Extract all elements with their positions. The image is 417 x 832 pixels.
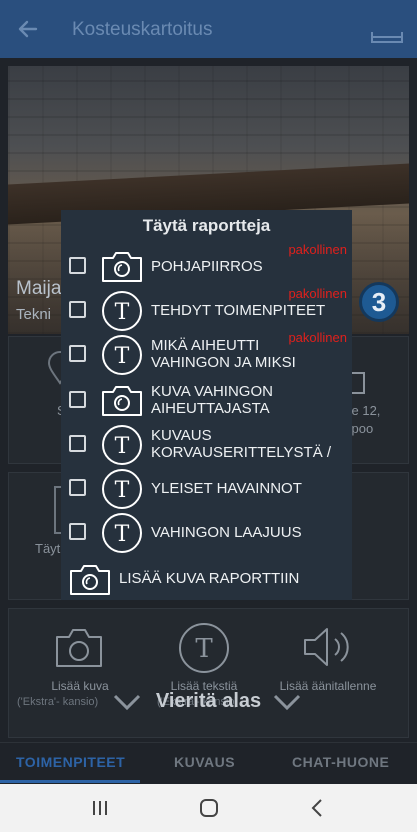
report-item-label: MIKÄ AIHEUTTI VAHINGON JA MIKSI [151, 337, 296, 371]
system-back-icon[interactable] [309, 798, 325, 818]
scroll-down-hint[interactable]: Vieritä alas [0, 690, 417, 713]
reports-card-text: Täyt [35, 541, 61, 556]
text-icon: T [101, 290, 143, 337]
svg-text:T: T [115, 434, 130, 459]
text-icon: T [101, 424, 143, 471]
report-item[interactable]: T VAHINGON LAAJUUS [67, 512, 347, 553]
app-bar: Kosteuskartoitus [0, 0, 417, 58]
inbox-tray-icon[interactable] [371, 28, 403, 44]
text-icon: T [101, 334, 143, 381]
svg-text:T: T [115, 300, 130, 325]
svg-text:T: T [115, 344, 130, 369]
svg-text:T: T [115, 522, 130, 547]
report-item[interactable]: POHJAPIIRROS pakollinen [67, 242, 347, 289]
tab-toimenpiteet[interactable]: TOIMENPITEET [16, 754, 125, 770]
tab-kuvaus[interactable]: KUVAUS [174, 754, 235, 770]
report-checkbox[interactable] [69, 391, 86, 408]
active-tab-indicator [0, 780, 140, 783]
tab-chat-huone[interactable]: CHAT-HUONE [292, 754, 389, 770]
report-checkbox[interactable] [69, 301, 86, 318]
required-label: pakollinen [288, 242, 347, 257]
chevron-down-icon [113, 694, 141, 711]
required-label: pakollinen [288, 286, 347, 301]
report-item-label: KUVAUS KORVAUSERITTELYSTÄ / [151, 427, 332, 461]
report-item-label: TEHDYT TOIMENPITEET [151, 302, 326, 319]
recent-apps-icon[interactable] [91, 798, 109, 818]
report-checkbox[interactable] [69, 479, 86, 496]
svg-text:T: T [195, 634, 213, 664]
report-item[interactable]: KUVA VAHINGON AIHEUTTAJASTA [67, 380, 347, 420]
report-item-label: YLEISET HAVAINNOT [151, 480, 302, 497]
add-audio-speaker-icon[interactable] [301, 625, 355, 669]
add-photo-camera-icon[interactable] [53, 627, 105, 669]
report-checkbox[interactable] [69, 523, 86, 540]
customer-role: Tekni [16, 306, 52, 323]
camera-icon [70, 565, 110, 595]
report-item-label: POHJAPIIRROS [151, 258, 263, 275]
fill-reports-dialog: Täytä raportteja POHJAPIIRROS pakollinen T… [61, 210, 352, 600]
report-item-label: KUVA VAHINGON AIHEUTTAJASTA [151, 383, 273, 417]
add-photo-to-report-button[interactable]: LISÄÄ KUVA RAPORTTIIN [67, 562, 347, 598]
customer-name: Maija [16, 278, 62, 299]
add-text-icon[interactable]: T [177, 621, 231, 675]
back-arrow-icon[interactable] [16, 17, 40, 41]
svg-text:T: T [115, 478, 130, 503]
notification-badge[interactable]: 3 [359, 282, 399, 322]
scroll-down-label: Vieritä alas [155, 690, 262, 712]
camera-icon [101, 384, 143, 423]
camera-icon [101, 250, 143, 289]
add-photo-label: LISÄÄ KUVA RAPORTTIIN [119, 570, 300, 587]
report-checkbox[interactable] [69, 257, 86, 274]
report-item[interactable]: T TEHDYT TOIMENPITEET pakollinen [67, 286, 347, 331]
report-item[interactable]: T KUVAUS KORVAUSERITTELYSTÄ / [67, 424, 347, 465]
dialog-title: Täytä raportteja [142, 216, 271, 235]
text-icon: T [101, 512, 143, 559]
page-title: Kosteuskartoitus [72, 19, 213, 40]
required-label: pakollinen [288, 330, 347, 345]
text-icon: T [101, 468, 143, 515]
report-item[interactable]: T MIKÄ AIHEUTTI VAHINGON JA MIKSI pakollin… [67, 330, 347, 375]
report-checkbox[interactable] [69, 345, 86, 362]
report-item[interactable]: T YLEISET HAVAINNOT [67, 468, 347, 509]
add-content-card: T Lisää kuva Lisää tekstiä Lisää äänital… [8, 608, 409, 738]
bottom-tab-bar: TOIMENPITEET KUVAUS CHAT-HUONE [0, 742, 417, 783]
report-checkbox[interactable] [69, 435, 86, 452]
home-icon[interactable] [199, 798, 219, 818]
report-item-label: VAHINGON LAAJUUS [151, 524, 302, 541]
chevron-down-icon [273, 694, 301, 711]
system-navigation-bar [0, 784, 417, 832]
